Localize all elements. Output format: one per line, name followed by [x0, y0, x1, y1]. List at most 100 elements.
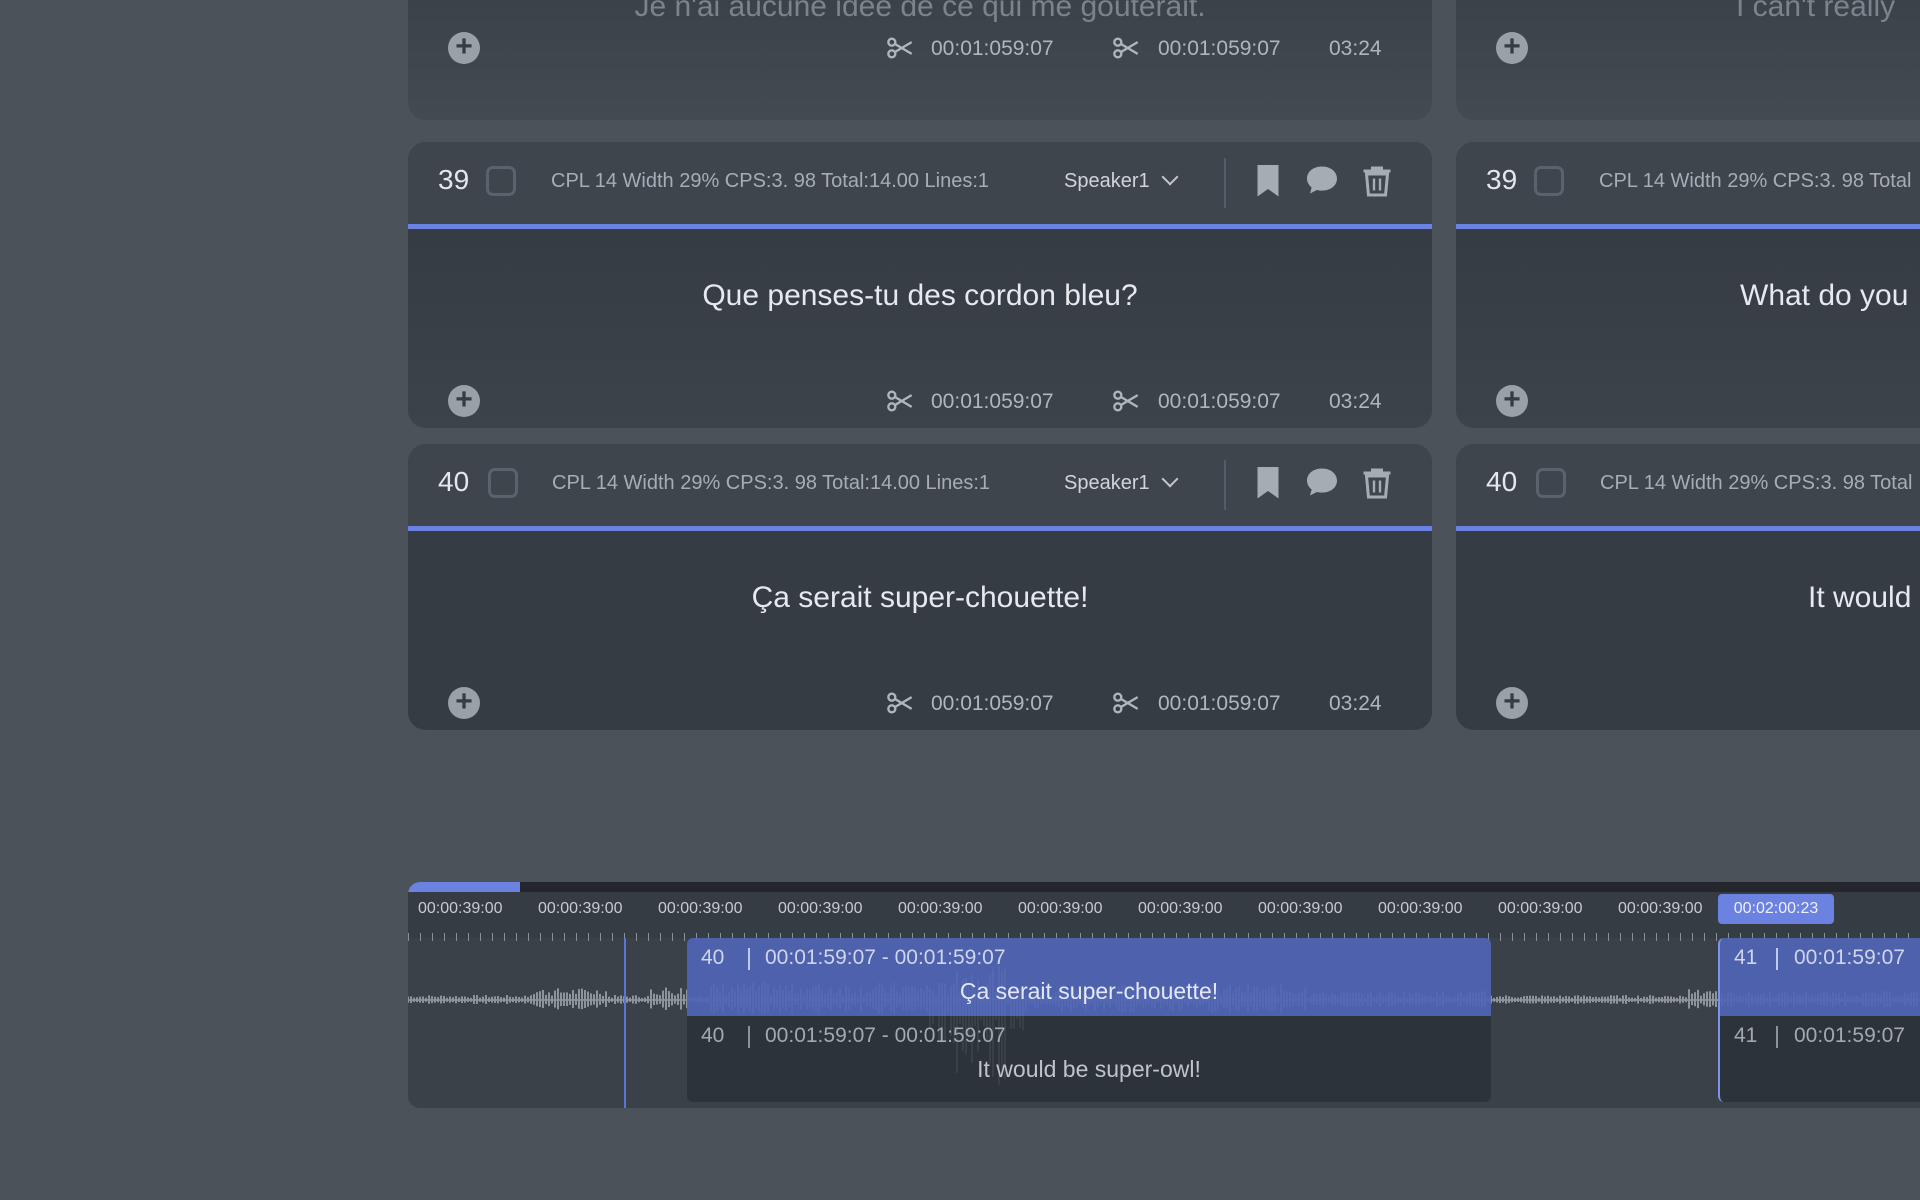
segment-number: 40 [701, 946, 725, 969]
segment-range: 00:01:59:07 - 00:01:59:07 [765, 1024, 1006, 1047]
duration: 03:24 [1329, 37, 1382, 60]
divider [1224, 460, 1226, 510]
translation-text[interactable]: It would [1808, 581, 1911, 615]
timeline[interactable]: 00:00:39:00 00:00:39:00 00:00:39:00 00:00:3… [408, 882, 1920, 1108]
card-body: Ça serait super-chouette! + 00:01:059:07… [408, 531, 1432, 730]
subtitle-text[interactable]: Que penses-tu des cordon bleu? [408, 279, 1432, 313]
segment-divider [1776, 948, 1778, 970]
subtitle-card-40: 40 CPL 14 Width 29% CPS:3. 98 Total:14.0… [408, 444, 1432, 730]
add-icon[interactable]: + [1496, 385, 1528, 417]
timecode-in[interactable]: 00:01:059:07 [931, 37, 1054, 61]
select-checkbox[interactable] [486, 166, 516, 196]
segment-number: 41 [1734, 946, 1758, 969]
subtitle-stats: CPL 14 Width 29% CPS:3. 98 Total [1599, 170, 1912, 192]
bookmark-icon[interactable] [1250, 464, 1286, 500]
segment-target-text: It would be super-owl! [977, 1056, 1201, 1082]
scissors-icon[interactable] [1112, 387, 1140, 415]
add-icon[interactable]: + [1496, 687, 1528, 719]
subtitle-text[interactable]: Je n'ai aucune idée de ce qui me goûtera… [408, 0, 1432, 24]
speaker-label: Speaker1 [1064, 170, 1150, 192]
segment-range: 00:01:59:07 [1794, 946, 1905, 969]
scissors-icon[interactable] [886, 689, 914, 717]
comment-icon[interactable] [1304, 464, 1340, 500]
subtitle-number: 39 [1486, 164, 1518, 195]
timecode-in[interactable]: 00:01:059:07 [931, 390, 1054, 414]
subtitle-text[interactable]: Ça serait super-chouette! [408, 581, 1432, 615]
scissors-icon[interactable] [1112, 34, 1140, 62]
segment-range: 00:01:59:07 [1794, 1024, 1905, 1047]
scissors-icon[interactable] [886, 387, 914, 415]
translation-card-39: 39 CPL 14 Width 29% CPS:3. 98 Total What… [1456, 142, 1920, 428]
ruler-time-label: 00:00:39:00 [778, 900, 863, 917]
timecode-out[interactable]: 00:01:059:07 [1158, 37, 1281, 61]
scissors-icon[interactable] [886, 34, 914, 62]
trash-icon[interactable] [1359, 162, 1395, 198]
add-icon[interactable]: + [1496, 32, 1528, 64]
add-icon[interactable]: + [448, 32, 480, 64]
subtitle-number: 40 [1486, 466, 1518, 497]
timeline-progress-track[interactable] [408, 882, 1920, 892]
speaker-dropdown[interactable]: Speaker1 [1064, 168, 1179, 193]
segment-number: 41 [1734, 1024, 1758, 1047]
card-body: What do you + [1456, 229, 1920, 428]
subtitle-card-39: 39 CPL 14 Width 29% CPS:3. 98 Total:14.0… [408, 142, 1432, 428]
timeline-segment-target[interactable]: 40 00:01:59:07 - 00:01:59:07 It would be… [687, 1016, 1491, 1102]
segment-number: 40 [701, 1024, 725, 1047]
playhead[interactable] [624, 938, 626, 1108]
ruler-time-label: 00:00:39:00 [1138, 900, 1223, 917]
card-header: 39 CPL 14 Width 29% CPS:3. 98 Total:14.0… [408, 142, 1432, 229]
ruler-time-label: 00:00:39:00 [418, 900, 503, 917]
bookmark-icon[interactable] [1250, 162, 1286, 198]
duration: 03:24 [1329, 692, 1382, 715]
ruler-time-label: 00:00:39:00 [1498, 900, 1583, 917]
add-icon[interactable]: + [448, 385, 480, 417]
subtitle-card-partial: Je n'ai aucune idée de ce qui me goûtera… [408, 0, 1432, 120]
subtitle-stats: CPL 14 Width 29% CPS:3. 98 Total:14.00 L… [552, 472, 991, 494]
speaker-label: Speaker1 [1064, 472, 1150, 494]
ruler-time-label: 00:00:39:00 [658, 900, 743, 917]
select-checkbox[interactable] [1536, 468, 1566, 498]
subtitle-number: 40 [438, 466, 470, 497]
card-header: 39 CPL 14 Width 29% CPS:3. 98 Total [1456, 142, 1920, 229]
timecode-out[interactable]: 00:01:059:07 [1158, 692, 1281, 716]
subtitle-stats: CPL 14 Width 29% CPS:3. 98 Total:14.00 L… [551, 170, 990, 192]
divider [1224, 158, 1226, 208]
ruler-time-label: 00:00:39:00 [898, 900, 983, 917]
subtitle-stats: CPL 14 Width 29% CPS:3. 98 Total [1600, 472, 1913, 494]
timeline-progress-fill [408, 882, 520, 892]
select-checkbox[interactable] [1534, 166, 1564, 196]
segment-source-text: Ça serait super-chouette! [959, 978, 1219, 1004]
ruler-time-label: 00:00:39:00 [1258, 900, 1343, 917]
add-icon[interactable]: + [448, 687, 480, 719]
segment-range: 00:01:59:07 - 00:01:59:07 [765, 946, 1006, 969]
timeline-segment-source[interactable]: 40 00:01:59:07 - 00:01:59:07 Ça serait s… [687, 938, 1491, 1016]
comment-icon[interactable] [1304, 162, 1340, 198]
card-body: It would + [1456, 531, 1920, 730]
subtitle-number: 39 [438, 164, 470, 195]
translation-card-partial: I can't really + [1456, 0, 1920, 120]
card-header: 40 CPL 14 Width 29% CPS:3. 98 Total [1456, 444, 1920, 531]
duration: 03:24 [1329, 390, 1382, 413]
select-checkbox[interactable] [488, 468, 518, 498]
speaker-dropdown[interactable]: Speaker1 [1064, 470, 1179, 495]
segment-divider [1776, 1026, 1778, 1048]
ruler-time-label: 00:00:39:00 [1378, 900, 1463, 917]
ruler-time-label: 00:00:39:00 [538, 900, 623, 917]
translation-text[interactable]: What do you [1740, 279, 1908, 313]
segment-divider [748, 1026, 750, 1048]
timeline-segment-source[interactable]: 41 00:01:59:07 [1718, 938, 1920, 1016]
current-time-badge[interactable]: 00:02:00:23 [1718, 894, 1834, 924]
translation-text[interactable]: I can't really [1736, 0, 1895, 24]
ruler-time-label: 00:00:39:00 [1618, 900, 1703, 917]
ruler-time-label: 00:00:39:00 [1018, 900, 1103, 917]
timecode-in[interactable]: 00:01:059:07 [931, 692, 1054, 716]
timeline-segment-target[interactable]: 41 00:01:59:07 [1718, 1016, 1920, 1102]
translation-card-40: 40 CPL 14 Width 29% CPS:3. 98 Total It w… [1456, 444, 1920, 730]
scissors-icon[interactable] [1112, 689, 1140, 717]
timecode-out[interactable]: 00:01:059:07 [1158, 390, 1281, 414]
chevron-down-icon [1161, 470, 1179, 488]
card-body: Que penses-tu des cordon bleu? + 00:01:0… [408, 229, 1432, 428]
card-header: 40 CPL 14 Width 29% CPS:3. 98 Total:14.0… [408, 444, 1432, 531]
segment-divider [748, 948, 750, 970]
trash-icon[interactable] [1359, 464, 1395, 500]
